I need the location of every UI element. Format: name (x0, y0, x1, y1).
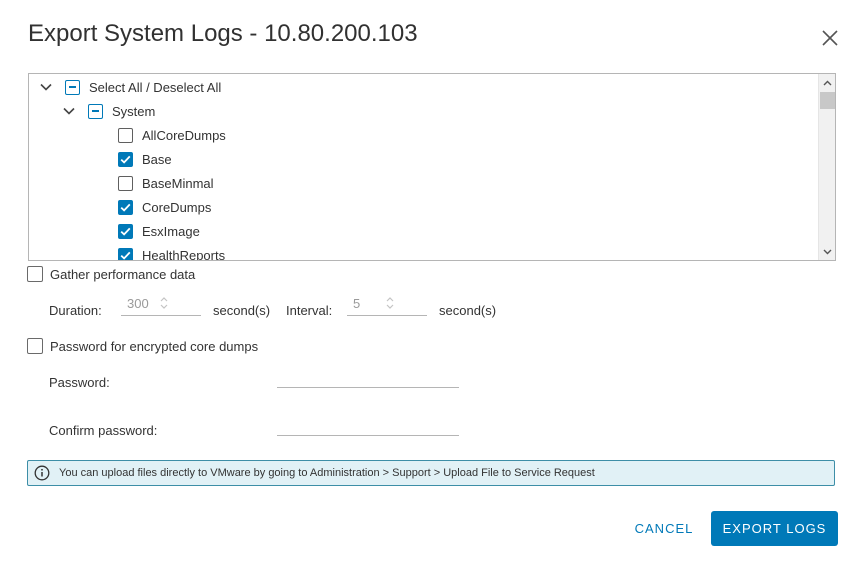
chevron-down-icon[interactable] (62, 104, 76, 118)
interval-unit: second(s) (439, 303, 497, 318)
info-icon (34, 465, 50, 481)
item-label: CoreDumps (142, 199, 212, 215)
interval-input[interactable]: 5 (347, 292, 427, 316)
password-label: Password: (49, 375, 110, 390)
password-input[interactable] (277, 366, 459, 388)
tree-item[interactable]: EsxImage (118, 221, 200, 241)
tree-item[interactable]: Base (118, 149, 172, 169)
chevron-down-icon[interactable] (39, 80, 53, 94)
item-checkbox[interactable] (118, 127, 133, 143)
item-label: EsxImage (142, 223, 200, 239)
checkmark-icon (120, 203, 131, 212)
tree-scrollbar[interactable] (818, 74, 835, 260)
checkmark-icon (120, 227, 131, 236)
select-all-label: Select All / Deselect All (89, 79, 222, 95)
export-logs-dialog: Export System Logs - 10.80.200.103 Selec… (0, 0, 862, 570)
tree-item[interactable]: HealthReports (118, 245, 226, 261)
system-checkbox[interactable] (88, 103, 103, 119)
gather-performance-label: Gather performance data (50, 266, 196, 282)
close-icon[interactable] (818, 26, 842, 50)
item-label: Base (142, 151, 172, 167)
item-label: BaseMinmal (142, 175, 214, 191)
tree-row-system[interactable]: System (62, 101, 155, 121)
tree-item[interactable]: BaseMinmal (118, 173, 214, 193)
checkmark-icon (120, 251, 131, 260)
system-label: System (112, 103, 156, 119)
duration-input[interactable]: 300 (121, 292, 201, 316)
item-checkbox[interactable] (118, 175, 133, 191)
item-checkbox[interactable] (118, 247, 133, 260)
spinner-icon[interactable] (159, 295, 169, 311)
item-label: HealthReports (142, 247, 226, 261)
password-option-label: Password for encrypted core dumps (50, 338, 259, 354)
scroll-up-icon[interactable] (819, 74, 835, 91)
tree-item[interactable]: CoreDumps (118, 197, 211, 217)
password-checkbox[interactable] (27, 338, 43, 354)
item-label: AllCoreDumps (142, 127, 226, 143)
tree-row-select-all[interactable]: Select All / Deselect All (39, 77, 221, 97)
info-banner: You can upload files directly to VMware … (27, 460, 835, 486)
info-text: You can upload files directly to VMware … (59, 467, 595, 479)
export-logs-button[interactable]: EXPORT LOGS (711, 511, 838, 546)
dialog-title: Export System Logs - 10.80.200.103 (28, 20, 418, 47)
cancel-button[interactable]: CANCEL (624, 511, 704, 545)
duration-value: 300 (127, 296, 149, 311)
confirm-password-label: Confirm password: (49, 423, 158, 438)
tree-item[interactable]: AllCoreDumps (118, 125, 226, 145)
password-option[interactable]: Password for encrypted core dumps (27, 338, 258, 354)
checkmark-icon (120, 155, 131, 164)
interval-label: Interval: (286, 303, 333, 318)
gather-performance-option[interactable]: Gather performance data (27, 266, 195, 282)
scroll-thumb[interactable] (820, 92, 835, 109)
log-tree: Select All / Deselect All System AllCore… (28, 73, 836, 261)
duration-label: Duration: (49, 303, 102, 318)
gather-performance-checkbox[interactable] (27, 266, 43, 282)
spinner-icon[interactable] (385, 295, 395, 311)
item-checkbox[interactable] (118, 151, 133, 167)
item-checkbox[interactable] (118, 199, 133, 215)
duration-unit: second(s) (213, 303, 271, 318)
scroll-down-icon[interactable] (819, 243, 835, 260)
select-all-checkbox[interactable] (65, 79, 80, 95)
interval-value: 5 (353, 296, 361, 311)
confirm-password-input[interactable] (277, 414, 459, 436)
item-checkbox[interactable] (118, 223, 133, 239)
